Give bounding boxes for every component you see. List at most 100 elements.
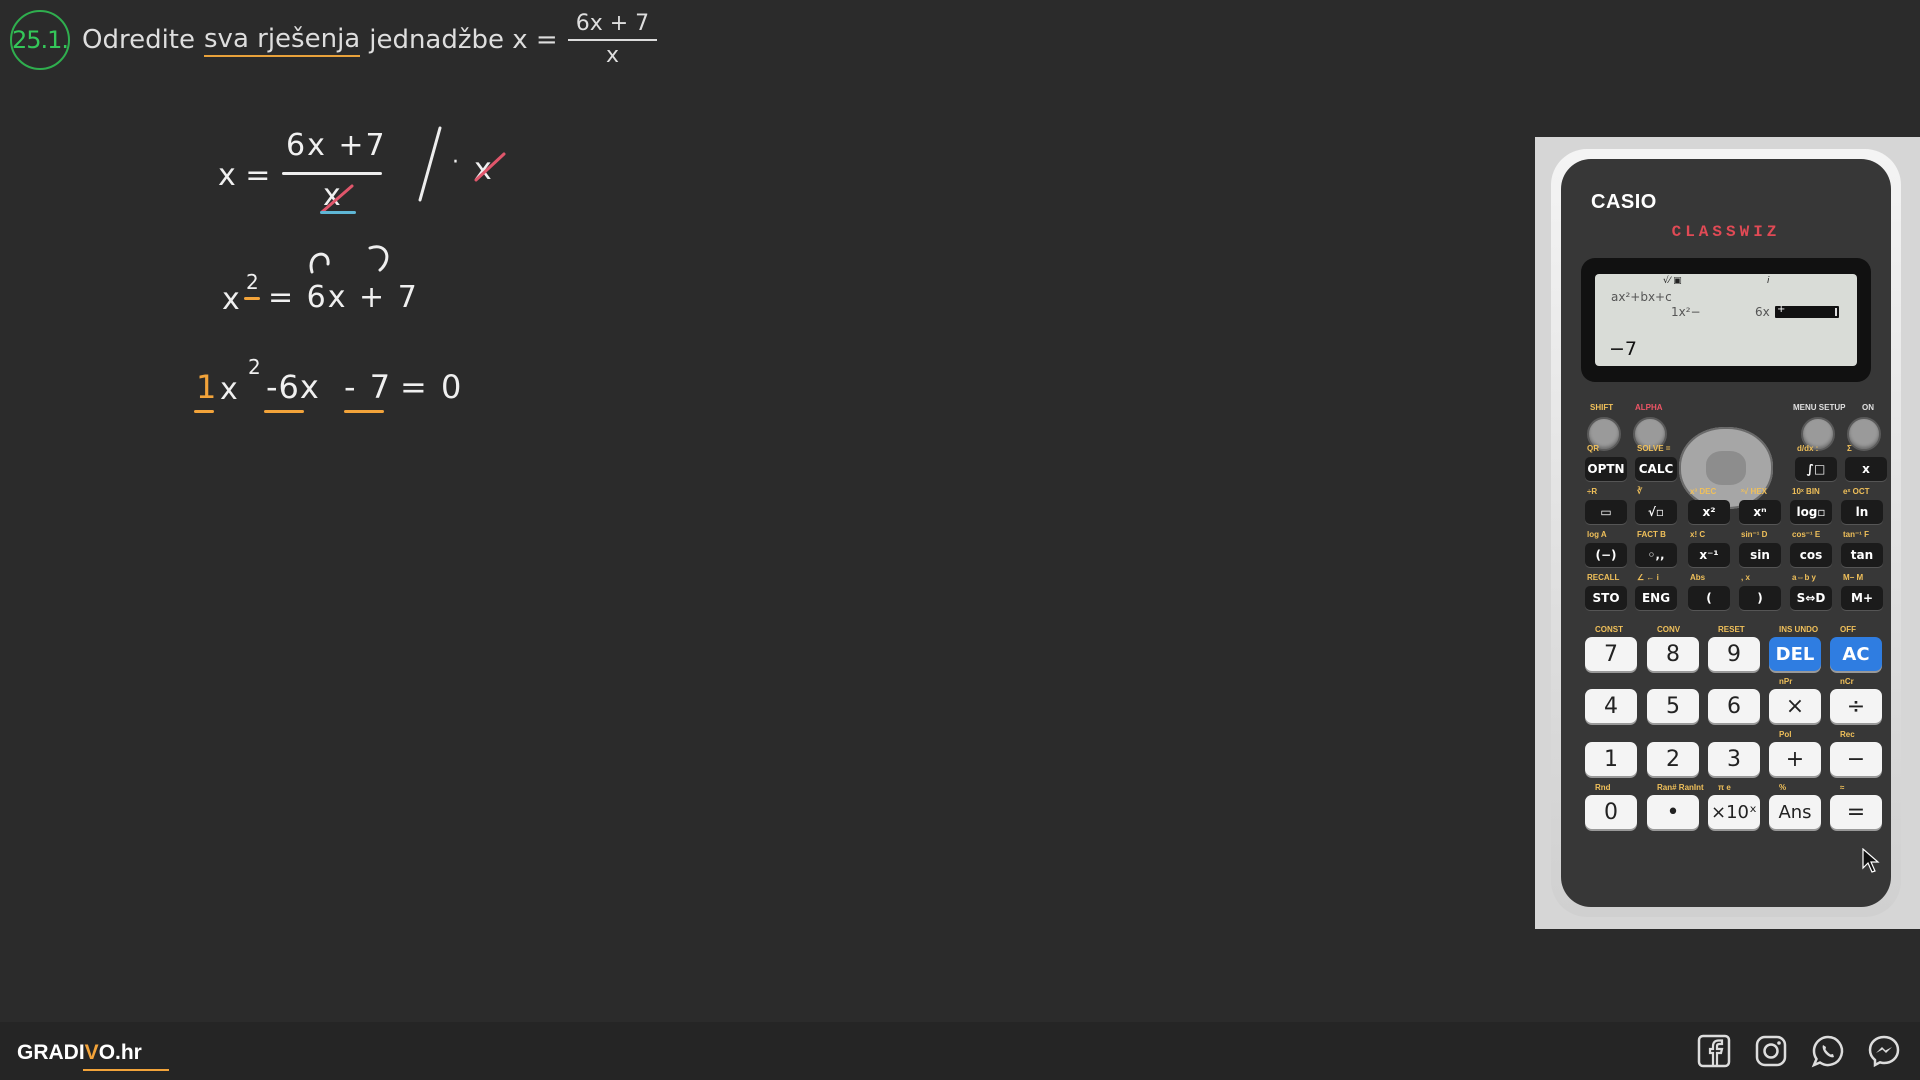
- key-shift-label: nCr: [1840, 677, 1854, 686]
- var-a: x: [220, 372, 238, 407]
- brand-accent: V: [84, 1041, 99, 1064]
- key-shift-label: SOLVE =: [1637, 444, 1671, 453]
- calc-key-4[interactable]: 4: [1585, 689, 1637, 723]
- calc-key-m[interactable]: M+: [1841, 586, 1883, 610]
- key-shift-label: x! C: [1690, 530, 1706, 539]
- calc-key-3[interactable]: 3: [1708, 742, 1760, 776]
- key-shift-label: ≈: [1840, 783, 1845, 792]
- display-equation-form: ax²+bx+c: [1611, 290, 1672, 304]
- key-shift-label: ÷R: [1587, 487, 1598, 496]
- key-shift-label: ∠ ← i: [1637, 573, 1659, 582]
- key-shift-label: OFF: [1840, 625, 1856, 634]
- calc-key-symbol-1-3[interactable]: ×: [1769, 689, 1821, 723]
- key-shift-label: Rec: [1840, 730, 1855, 739]
- key-shift-label: M− M: [1843, 573, 1864, 582]
- calc-key-symbol-1-4[interactable]: ÷: [1830, 689, 1882, 723]
- key-shift-label: cos⁻¹ E: [1792, 530, 1821, 539]
- key-shift-label: π e: [1718, 783, 1731, 792]
- operation-slash: [418, 126, 442, 202]
- term-b-underline: [264, 410, 304, 413]
- calc-key-tan[interactable]: tan: [1841, 543, 1883, 567]
- calc-key-[interactable]: ): [1739, 586, 1781, 610]
- term-b: -6x: [266, 368, 320, 406]
- calc-key-ans[interactable]: Ans: [1769, 795, 1821, 829]
- display-current-input: −7: [1609, 338, 1638, 360]
- calc-key-ac[interactable]: AC: [1830, 637, 1882, 671]
- calc-key-optn[interactable]: OPTN: [1585, 457, 1627, 481]
- calc-key-[interactable]: ∫□: [1795, 457, 1837, 481]
- term-c: - 7: [344, 368, 393, 406]
- display-coef-b: 6x: [1755, 305, 1770, 319]
- transfer-arrows: [309, 245, 389, 274]
- calc-key-5[interactable]: 5: [1647, 689, 1699, 723]
- key-shift-label: Ran# RanInt: [1657, 783, 1704, 792]
- display-coef-a: 1x²−: [1671, 305, 1701, 319]
- key-shift-label: , x: [1741, 573, 1750, 582]
- calc-key-[interactable]: (: [1688, 586, 1730, 610]
- calc-key-7[interactable]: 7: [1585, 637, 1637, 671]
- display-bezel: √⁄ ▣ i ax²+bx+c 1x²− 6x −7: [1581, 258, 1871, 382]
- calc-key-cos[interactable]: cos: [1790, 543, 1832, 567]
- calc-key-sin[interactable]: sin: [1739, 543, 1781, 567]
- calc-key-eng[interactable]: ENG: [1635, 586, 1677, 610]
- facebook-icon[interactable]: [1697, 1034, 1731, 1068]
- direction-pad[interactable]: [1679, 427, 1773, 509]
- calc-key-symbol-3-4[interactable]: =: [1830, 795, 1882, 829]
- on-button[interactable]: [1847, 417, 1881, 451]
- line2-exponent: 2: [246, 270, 259, 294]
- key-shift-label: CONV: [1657, 625, 1681, 634]
- calc-key-1[interactable]: 1: [1585, 742, 1637, 776]
- exponent-underline: [244, 297, 260, 300]
- messenger-icon[interactable]: [1867, 1034, 1901, 1068]
- calc-key-ln[interactable]: ln: [1841, 500, 1883, 524]
- display-indicators: √⁄ ▣: [1663, 276, 1682, 286]
- calc-key-[interactable]: √▫: [1635, 500, 1677, 524]
- calc-key-sd[interactable]: S⇔D: [1790, 586, 1832, 610]
- key-shift-label: Pol: [1779, 730, 1792, 739]
- gradivo-logo[interactable]: GRADIVO.hr: [17, 1041, 169, 1071]
- calc-key-calc[interactable]: CALC: [1635, 457, 1677, 481]
- calc-key-0[interactable]: 0: [1585, 795, 1637, 829]
- calc-key-symbol-2-4[interactable]: −: [1830, 742, 1882, 776]
- calc-key-x[interactable]: x⁻¹: [1688, 543, 1730, 567]
- key-shift-label: INS UNDO: [1779, 625, 1819, 634]
- calc-key-sto[interactable]: STO: [1585, 586, 1627, 610]
- exp-a: 2: [248, 355, 261, 379]
- key-shift-label: Rnd: [1595, 783, 1611, 792]
- calc-key-[interactable]: (−): [1585, 543, 1627, 567]
- coef-a-underline: [194, 410, 214, 413]
- on-label: ON: [1862, 403, 1874, 412]
- calc-key-del[interactable]: DEL: [1769, 637, 1821, 671]
- key-shift-label: tan⁻¹ F: [1843, 530, 1869, 539]
- key-shift-label: ∛: [1637, 487, 1643, 496]
- calc-key-x[interactable]: x: [1845, 457, 1887, 481]
- coef-a: 1: [196, 368, 217, 406]
- line1-fraction-bar: [282, 172, 382, 175]
- mouse-pointer-icon: [1862, 848, 1880, 873]
- line2-rhs: = 6x + 7: [268, 280, 419, 315]
- calc-key-symbol-2-3[interactable]: +: [1769, 742, 1821, 776]
- instagram-icon[interactable]: [1754, 1034, 1788, 1068]
- key-shift-label: RESET: [1718, 625, 1745, 634]
- line3-rhs: = 0: [400, 368, 464, 406]
- cancel-mark-factor: [474, 152, 506, 182]
- calc-key-9[interactable]: 9: [1708, 637, 1760, 671]
- calc-key-x[interactable]: xⁿ: [1739, 500, 1781, 524]
- calc-key-6[interactable]: 6: [1708, 689, 1760, 723]
- display-indicator-i: i: [1767, 276, 1770, 286]
- calc-key-[interactable]: ◦‚‚: [1635, 543, 1677, 567]
- brand-underline: [83, 1069, 169, 1071]
- term-c-underline: [344, 410, 384, 413]
- key-shift-label: RECALL: [1587, 573, 1620, 582]
- calc-key-2[interactable]: 2: [1647, 742, 1699, 776]
- calc-key-x[interactable]: x²: [1688, 500, 1730, 524]
- calculator-face: CASIO CLASSWIZ √⁄ ▣ i ax²+bx+c 1x²− 6x −…: [1561, 159, 1891, 907]
- dpad-center[interactable]: [1706, 451, 1746, 485]
- calc-key-[interactable]: ▭: [1585, 500, 1627, 524]
- whatsapp-icon[interactable]: [1811, 1034, 1845, 1068]
- calc-key-8[interactable]: 8: [1647, 637, 1699, 671]
- calc-key-log[interactable]: log▫: [1790, 500, 1832, 524]
- shift-label: SHIFT: [1590, 403, 1614, 412]
- calc-key-10[interactable]: ×10ˣ: [1708, 795, 1760, 829]
- calc-key-symbol-3-1[interactable]: •: [1647, 795, 1699, 829]
